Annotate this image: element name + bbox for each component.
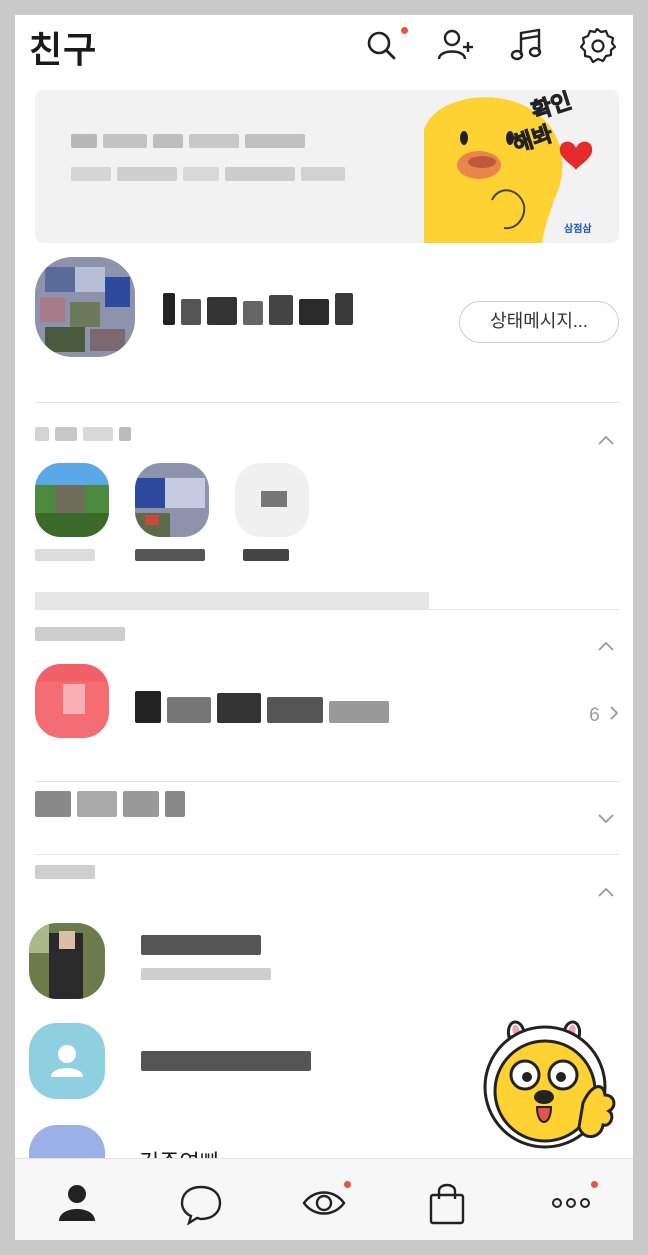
chats-tab-icon[interactable] [177,1179,225,1227]
friends-tab-icon[interactable] [53,1179,101,1227]
channel-avatar[interactable] [35,664,109,738]
notification-dot [401,27,408,34]
divider [35,854,619,855]
floating-sticker[interactable] [479,1015,625,1161]
story-thumbnail[interactable] [135,463,209,537]
friend-row[interactable] [29,923,619,1007]
friend-status-blurred [141,967,277,985]
divider [35,781,619,782]
chevron-right-icon [610,706,619,720]
story-thumbnail[interactable] [35,463,109,537]
shopping-tab-icon[interactable] [423,1179,471,1227]
page-title: 친구 [29,29,98,70]
status-message-button[interactable]: 상태메시지... [459,301,619,343]
default-profile-icon [29,1023,105,1099]
loading-placeholder-bar [35,592,429,610]
top-bar: 친구 [15,15,633,79]
my-avatar[interactable] [35,257,135,357]
chevron-up-icon[interactable] [597,883,615,901]
story-caption-blurred [135,548,211,564]
bottom-tab-bar [15,1158,633,1240]
banner-sticker-image: 확인 해봐 삼점삼 [424,90,619,243]
story-caption-blurred [35,548,105,564]
chevron-up-icon[interactable] [597,431,615,449]
chevron-up-icon[interactable] [597,637,615,655]
story-thumbnail[interactable] [235,463,309,537]
search-icon[interactable] [361,25,408,65]
music-icon[interactable] [507,25,547,65]
add-friend-icon[interactable] [435,25,475,65]
friend-avatar [29,923,105,999]
settings-icon[interactable] [577,25,617,65]
banner-brand: 삼점삼 [564,222,592,235]
channel-count[interactable]: 6 [589,705,619,727]
friend-name-blurred [141,1051,317,1076]
section-label-blurred [35,627,145,645]
divider [35,402,619,403]
my-name-blurred [163,293,359,330]
section-label-blurred [35,427,175,445]
divider [35,609,619,610]
notification-dot [344,1181,351,1188]
friend-name-blurred [141,935,267,960]
my-profile-row[interactable]: 상태메시지... [35,255,619,357]
channel-count-value: 6 [589,705,600,726]
section-label-blurred [35,791,215,821]
friends-screen: 친구 확인 해봐 삼점삼 상태메시지... 6 [15,15,633,1240]
section-label-blurred [35,865,115,883]
channel-title-blurred [135,691,395,728]
more-tab-icon[interactable] [547,1179,598,1227]
banner-text-blurred [71,134,401,186]
story-caption-blurred [243,548,303,564]
notification-dot [591,1181,598,1188]
chevron-down-icon[interactable] [597,810,615,828]
promo-banner[interactable]: 확인 해봐 삼점삼 [35,90,619,243]
view-tab-icon[interactable] [300,1179,351,1227]
